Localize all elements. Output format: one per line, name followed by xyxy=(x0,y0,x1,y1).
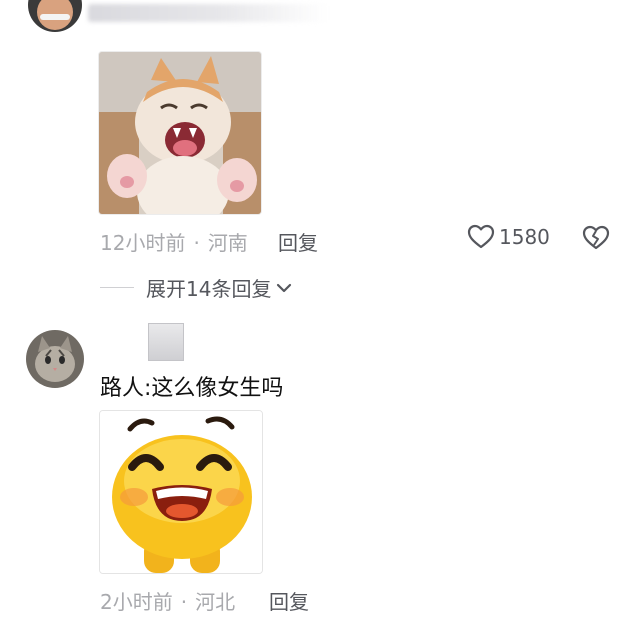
dislike-button[interactable] xyxy=(582,225,610,255)
expand-replies-label: 展开14条回复 xyxy=(146,277,272,301)
comment-meta-1: 12小时前 · 河南 xyxy=(100,227,248,256)
meta-separator: · xyxy=(180,590,188,614)
laughing-emoji-sticker[interactable] xyxy=(99,410,263,574)
heart-outline-icon xyxy=(467,224,495,250)
like-count: 1580 xyxy=(499,225,550,249)
divider-line xyxy=(100,287,134,288)
expand-replies-button[interactable]: 展开14条回复 xyxy=(100,273,293,302)
comment-text: 路人:这么像女生吗 xyxy=(100,376,284,401)
comment-timestamp: 2小时前 xyxy=(100,590,173,614)
commenter-name-masked xyxy=(148,323,184,361)
comment-timestamp: 12小时前 xyxy=(100,231,186,255)
chevron-down-icon xyxy=(271,276,293,300)
comment-meta-2: 2小时前 · 河北 xyxy=(100,586,235,615)
reply-button[interactable]: 回复 xyxy=(278,227,318,256)
commenter-avatar-1[interactable] xyxy=(28,0,82,32)
laughing-cat-sticker[interactable] xyxy=(98,51,262,215)
reply-button[interactable]: 回复 xyxy=(269,586,309,615)
commenter-avatar-2[interactable] xyxy=(26,330,84,388)
comment-location: 河南 xyxy=(207,231,248,255)
broken-heart-icon xyxy=(582,225,610,255)
commenter-name-blurred xyxy=(88,4,328,22)
meta-separator: · xyxy=(193,231,200,255)
comment-location: 河北 xyxy=(195,590,236,614)
like-button[interactable]: 1580 xyxy=(467,224,550,250)
